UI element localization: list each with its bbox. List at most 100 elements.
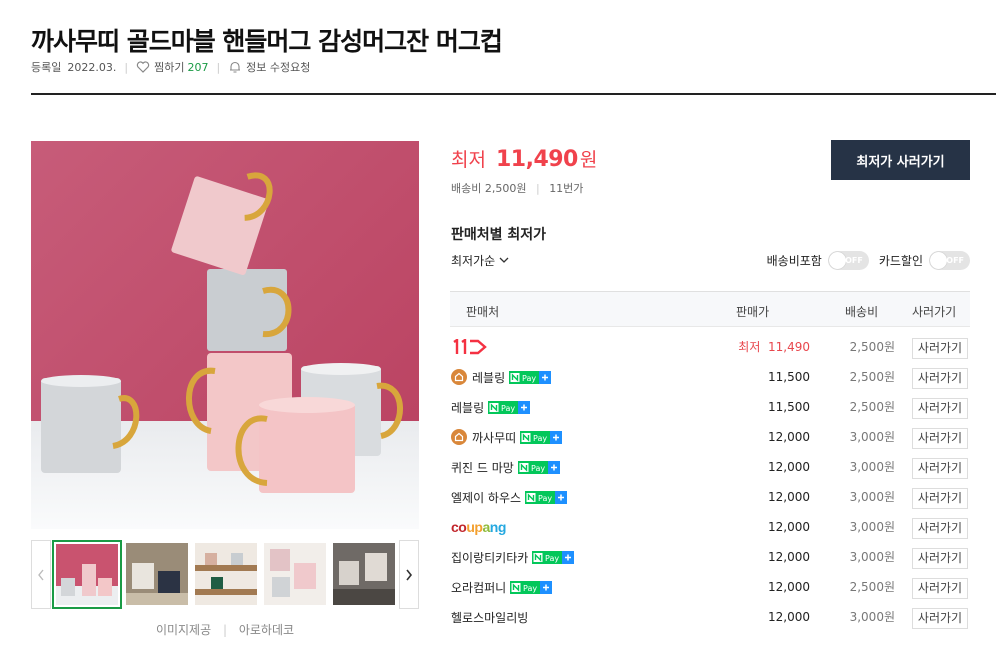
seller-cell[interactable] <box>451 332 487 362</box>
coupang-logo[interactable]: coupang <box>451 519 506 535</box>
seller-name[interactable]: 엘제이 하우스 <box>451 489 521 506</box>
buy-button[interactable]: 사러가기 <box>912 608 968 629</box>
price-cell: 12,000 <box>768 490 810 504</box>
svg-text:Pay: Pay <box>522 374 536 383</box>
table-row: 헬로스마일리빙 12,000 3,000원 사러가기 <box>450 602 970 632</box>
divider: | <box>216 60 221 74</box>
seller-name[interactable]: 레블링 <box>451 399 484 416</box>
product-title: 까사무띠 골드마블 핸들머그 감성머그잔 머그컵 <box>31 27 503 56</box>
col-shipping: 배송비 <box>845 305 879 319</box>
chevron-down-icon <box>499 257 509 264</box>
divider: | <box>124 60 129 74</box>
svg-text:Pay: Pay <box>533 434 547 443</box>
seller-name[interactable]: 까사무띠 <box>472 429 516 446</box>
price-cell: 12,000 <box>768 460 810 474</box>
shipping-cell: 3,000원 <box>849 460 895 474</box>
thumb-next-button[interactable] <box>399 540 419 609</box>
seller-cell[interactable]: 엘제이 하우스 Pay <box>451 482 568 512</box>
chevron-left-icon <box>38 569 44 580</box>
table-row: 최저 11,490 2,500원 사러가기 <box>450 332 970 362</box>
smartstore-icon <box>451 369 467 385</box>
lowest-buy-button[interactable]: 최저가 사러가기 <box>831 140 970 180</box>
buy-button[interactable]: 사러가기 <box>912 548 968 569</box>
shipping-fee: 배송비 2,500원 <box>451 182 527 195</box>
seller-cell[interactable]: 퀴진 드 마망 Pay <box>451 452 560 482</box>
seller-table-header: 판매처 판매가 배송비 사러가기 <box>450 291 970 327</box>
seller-name[interactable]: 헬로스마일리빙 <box>451 609 528 626</box>
price-cell: 12,000 <box>768 520 810 534</box>
buy-button[interactable]: 사러가기 <box>912 428 968 449</box>
buy-button[interactable]: 사러가기 <box>912 368 968 389</box>
seller-cell[interactable]: 오라컴퍼니 Pay <box>451 572 553 602</box>
report-link[interactable]: 정보 수정요청 <box>246 59 310 75</box>
shipping-cell: 3,000원 <box>849 430 895 444</box>
registered-label: 등록일 <box>31 61 62 74</box>
title-divider <box>31 93 996 95</box>
divider: | <box>222 623 228 637</box>
shipping-cell: 3,000원 <box>849 550 895 564</box>
price-cell: 12,000 <box>768 580 810 594</box>
npay-badge-icon: Pay <box>517 460 560 474</box>
table-row: 오라컴퍼니 Pay 12,000 2,500원 사러가기 <box>450 572 970 602</box>
buy-button[interactable]: 사러가기 <box>912 578 968 599</box>
toggle-knob <box>828 252 846 269</box>
credit-source: 아로하데코 <box>238 623 295 637</box>
table-row: 까사무띠 Pay 12,000 3,000원 사러가기 <box>450 422 970 452</box>
sort-dropdown[interactable]: 최저가순 <box>451 252 509 269</box>
npay-badge-icon: Pay <box>488 400 531 414</box>
shipping-cell: 2,500원 <box>849 580 895 594</box>
npay-badge-icon: Pay <box>532 550 575 564</box>
price-cell: 11,500 <box>768 400 810 414</box>
col-price: 판매가 <box>736 305 770 319</box>
table-row: coupang 12,000 3,000원 사러가기 <box>450 512 970 542</box>
seller-cell[interactable]: 집이랑티키타카 Pay <box>451 542 575 572</box>
npay-badge-icon: Pay <box>510 580 553 594</box>
smartstore-icon <box>451 429 467 445</box>
bell-icon[interactable] <box>228 60 242 74</box>
buy-button[interactable]: 사러가기 <box>912 518 968 539</box>
thumbnail-1[interactable] <box>52 540 122 609</box>
thumb-prev-button[interactable] <box>31 540 51 609</box>
table-row: 퀴진 드 마망 Pay 12,000 3,000원 사러가기 <box>450 452 970 482</box>
11st-logo[interactable] <box>451 339 487 355</box>
buy-button[interactable]: 사러가기 <box>912 398 968 419</box>
thumbnail-strip <box>31 540 419 609</box>
seller-name[interactable]: 레블링 <box>472 369 505 386</box>
shipping-cell: 3,000원 <box>849 610 895 624</box>
credit-label: 이미지제공 <box>155 623 212 637</box>
heart-icon[interactable] <box>136 60 150 74</box>
toggle-card-label: 카드할인 <box>878 254 923 268</box>
card-discount-toggle[interactable]: OFF <box>929 251 970 270</box>
seller-cell[interactable]: 레블링 Pay <box>451 392 531 422</box>
seller-cell[interactable]: 헬로스마일리빙 <box>451 602 528 632</box>
seller-cell[interactable]: coupang <box>451 512 506 542</box>
product-meta: 등록일 2022.03. | 찜하기 207 | 정보 수정요청 <box>31 59 310 75</box>
thumbnail-4[interactable] <box>264 543 326 605</box>
thumbnail-2[interactable] <box>126 543 188 605</box>
seller-name[interactable]: 오라컴퍼니 <box>451 579 506 596</box>
mall-name: 11번가 <box>549 182 584 195</box>
seller-name[interactable]: 퀴진 드 마망 <box>451 459 514 476</box>
thumbnail-5[interactable] <box>333 543 395 605</box>
thumbnail-3[interactable] <box>195 543 257 605</box>
shipping-toggle[interactable]: OFF <box>827 251 869 270</box>
price-amount: 11,490 <box>495 147 578 172</box>
buy-button[interactable]: 사러가기 <box>912 338 968 359</box>
seller-cell[interactable]: 레블링 Pay <box>451 362 552 392</box>
seller-name[interactable]: 집이랑티키타카 <box>451 549 528 566</box>
toggle-shipping-label: 배송비포함 <box>766 254 822 268</box>
wish-label[interactable]: 찜하기 <box>154 59 184 75</box>
price-cell: 12,000 <box>768 610 810 624</box>
registered-date: 2022.03. <box>67 60 117 74</box>
seller-cell[interactable]: 까사무띠 Pay <box>451 422 563 452</box>
image-credit: 이미지제공 | 아로하데코 <box>31 621 419 638</box>
table-row: 레블링 Pay 11,500 2,500원 사러가기 <box>450 392 970 422</box>
shipping-cell: 3,000원 <box>849 490 895 504</box>
npay-badge-icon: Pay <box>525 490 568 504</box>
npay-badge-icon: Pay <box>520 430 563 444</box>
col-seller: 판매처 <box>466 305 500 319</box>
shipping-cell: 2,500원 <box>849 340 895 354</box>
buy-button[interactable]: 사러가기 <box>912 488 968 509</box>
buy-button[interactable]: 사러가기 <box>912 458 968 479</box>
chevron-right-icon <box>406 569 413 580</box>
